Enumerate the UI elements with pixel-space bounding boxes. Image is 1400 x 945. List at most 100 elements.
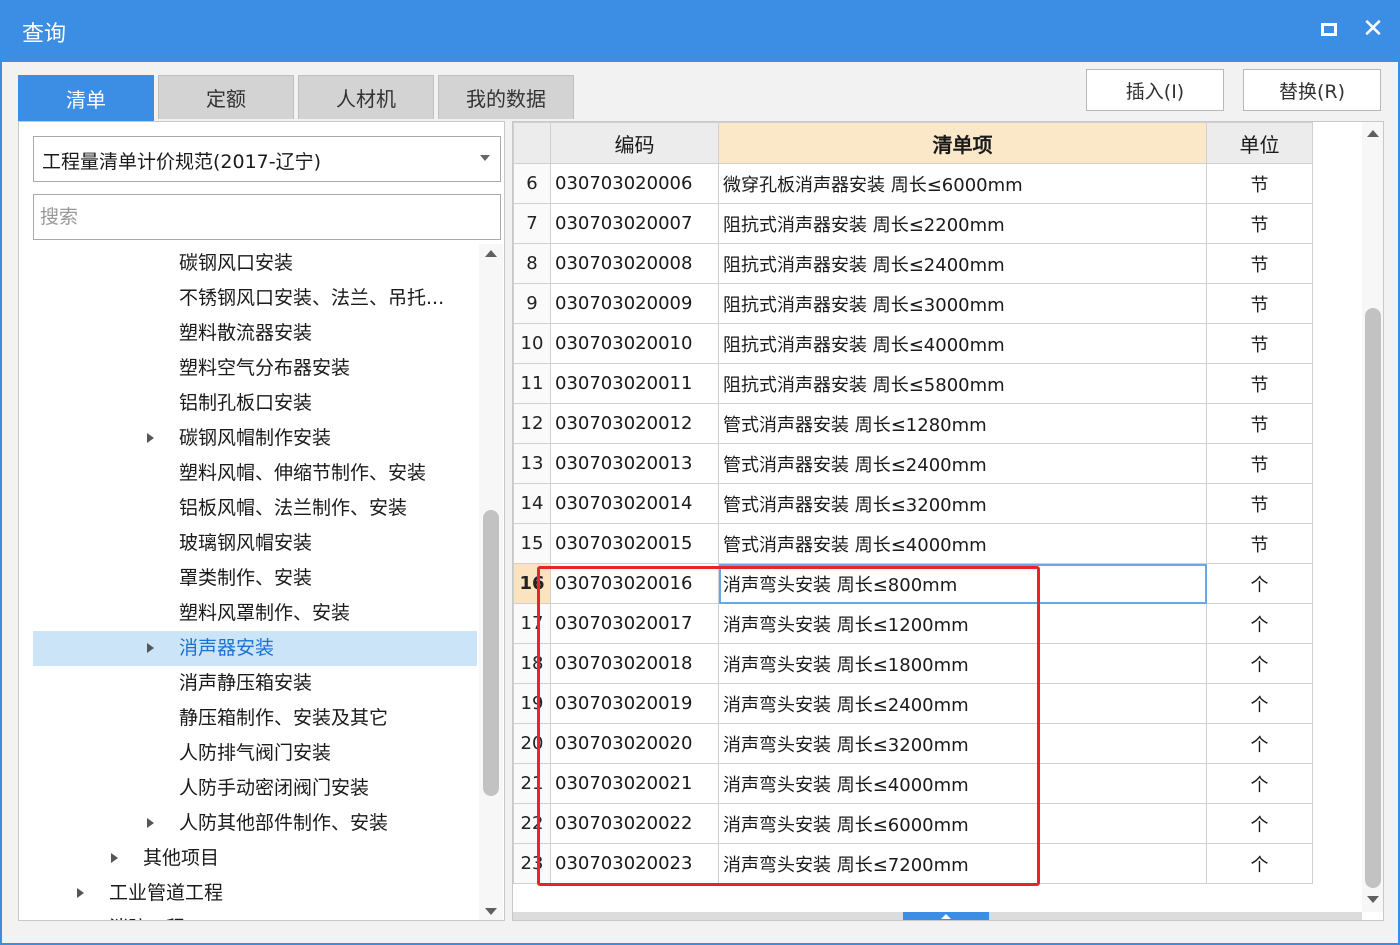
tree-item[interactable]: 塑料空气分布器安装: [33, 351, 477, 386]
row-item-name[interactable]: 阻抗式消声器安装 周长≤4000mm: [718, 323, 1207, 364]
splitter-bar[interactable]: [513, 912, 1362, 920]
row-unit[interactable]: 节: [1206, 283, 1313, 324]
scroll-down-icon[interactable]: [1367, 896, 1379, 903]
row-number[interactable]: 23: [513, 843, 551, 884]
row-code[interactable]: 030703020023: [550, 843, 719, 884]
tree-item[interactable]: 消防工程: [33, 911, 477, 920]
row-item-name[interactable]: 消声弯头安装 周长≤2400mm: [718, 683, 1207, 724]
row-unit[interactable]: 个: [1206, 763, 1313, 804]
tree-item[interactable]: 铝板风帽、法兰制作、安装: [33, 491, 477, 526]
tab-quota[interactable]: 定额: [158, 75, 294, 119]
table-row[interactable]: 20 030703020020 消声弯头安装 周长≤3200mm 个: [513, 723, 1313, 764]
row-number[interactable]: 19: [513, 683, 551, 724]
row-number[interactable]: 9: [513, 283, 551, 324]
scroll-up-icon[interactable]: [1367, 130, 1379, 137]
row-number[interactable]: 22: [513, 803, 551, 844]
table-row[interactable]: 12 030703020012 管式消声器安装 周长≤1280mm 节: [513, 403, 1313, 444]
scroll-down-icon[interactable]: [485, 908, 497, 915]
row-number[interactable]: 14: [513, 483, 551, 524]
row-unit[interactable]: 节: [1206, 163, 1313, 204]
table-row[interactable]: 23 030703020023 消声弯头安装 周长≤7200mm 个: [513, 843, 1313, 884]
table-row[interactable]: 8 030703020008 阻抗式消声器安装 周长≤2400mm 节: [513, 243, 1313, 284]
tree-item[interactable]: 消声静压箱安装: [33, 666, 477, 701]
tree-item[interactable]: 不锈钢风口安装、法兰、吊托...: [33, 281, 477, 316]
row-number[interactable]: 8: [513, 243, 551, 284]
row-code[interactable]: 030703020021: [550, 763, 719, 804]
tree-scroll-thumb[interactable]: [483, 510, 499, 796]
row-item-name[interactable]: 阻抗式消声器安装 周长≤3000mm: [718, 283, 1207, 324]
row-unit[interactable]: 个: [1206, 843, 1313, 884]
tree-item[interactable]: 人防手动密闭阀门安装: [33, 771, 477, 806]
tab-labor-material-machine[interactable]: 人材机: [298, 75, 434, 119]
table-row[interactable]: 22 030703020022 消声弯头安装 周长≤6000mm 个: [513, 803, 1313, 844]
table-row[interactable]: 9 030703020009 阻抗式消声器安装 周长≤3000mm 节: [513, 283, 1313, 324]
row-item-name[interactable]: 阻抗式消声器安装 周长≤2400mm: [718, 243, 1207, 284]
tree-item[interactable]: 静压箱制作、安装及其它: [33, 701, 477, 736]
spec-dropdown[interactable]: 工程量清单计价规范(2017-辽宁): [33, 136, 501, 182]
column-header-code[interactable]: 编码: [550, 122, 719, 164]
row-code[interactable]: 030703020019: [550, 683, 719, 724]
tree-scrollbar[interactable]: [479, 244, 503, 920]
table-row[interactable]: 13 030703020013 管式消声器安装 周长≤2400mm 节: [513, 443, 1313, 484]
row-code[interactable]: 030703020014: [550, 483, 719, 524]
maximize-button[interactable]: [1314, 14, 1344, 44]
tree-item[interactable]: 工业管道工程: [33, 876, 477, 911]
row-number[interactable]: 17: [513, 603, 551, 644]
row-item-name[interactable]: 消声弯头安装 周长≤3200mm: [718, 723, 1207, 764]
row-code[interactable]: 030703020011: [550, 363, 719, 404]
tree-item[interactable]: 塑料风帽、伸缩节制作、安装: [33, 456, 477, 491]
tab-my-data[interactable]: 我的数据: [438, 75, 574, 119]
row-number[interactable]: 12: [513, 403, 551, 444]
row-item-name[interactable]: 阻抗式消声器安装 周长≤5800mm: [718, 363, 1207, 404]
row-unit[interactable]: 个: [1206, 563, 1313, 604]
row-number[interactable]: 11: [513, 363, 551, 404]
triangle-right-icon[interactable]: [147, 643, 154, 653]
row-item-name[interactable]: 消声弯头安装 周长≤1200mm: [718, 603, 1207, 644]
row-number[interactable]: 7: [513, 203, 551, 244]
triangle-right-icon[interactable]: [77, 888, 84, 898]
row-unit[interactable]: 节: [1206, 403, 1313, 444]
triangle-right-icon[interactable]: [147, 818, 154, 828]
row-code[interactable]: 030703020017: [550, 603, 719, 644]
row-item-name[interactable]: 消声弯头安装 周长≤7200mm: [718, 843, 1207, 884]
tree-item[interactable]: 塑料散流器安装: [33, 316, 477, 351]
row-unit[interactable]: 节: [1206, 483, 1313, 524]
row-number[interactable]: 13: [513, 443, 551, 484]
tree-item[interactable]: 碳钢风口安装: [33, 246, 477, 281]
table-row[interactable]: 17 030703020017 消声弯头安装 周长≤1200mm 个: [513, 603, 1313, 644]
tree-item[interactable]: 人防其他部件制作、安装: [33, 806, 477, 841]
row-number[interactable]: 6: [513, 163, 551, 204]
triangle-right-icon[interactable]: [147, 433, 154, 443]
table-row[interactable]: 15 030703020015 管式消声器安装 周长≤4000mm 节: [513, 523, 1313, 564]
row-unit[interactable]: 节: [1206, 323, 1313, 364]
tree-item[interactable]: 消声器安装: [33, 631, 477, 666]
row-code[interactable]: 030703020012: [550, 403, 719, 444]
row-unit[interactable]: 个: [1206, 803, 1313, 844]
table-scrollbar[interactable]: [1362, 122, 1383, 912]
table-row[interactable]: 7 030703020007 阻抗式消声器安装 周长≤2200mm 节: [513, 203, 1313, 244]
row-code[interactable]: 030703020007: [550, 203, 719, 244]
row-number[interactable]: 21: [513, 763, 551, 804]
replace-button[interactable]: 替换(R): [1243, 69, 1381, 111]
tree-item[interactable]: 其他项目: [33, 841, 477, 876]
table-row[interactable]: 18 030703020018 消声弯头安装 周长≤1800mm 个: [513, 643, 1313, 684]
row-unit[interactable]: 节: [1206, 443, 1313, 484]
row-code[interactable]: 030703020018: [550, 643, 719, 684]
row-item-name[interactable]: 消声弯头安装 周长≤800mm: [718, 563, 1207, 604]
table-row[interactable]: 16 030703020016 消声弯头安装 周长≤800mm 个: [513, 563, 1313, 604]
row-number[interactable]: 20: [513, 723, 551, 764]
row-unit[interactable]: 节: [1206, 523, 1313, 564]
row-unit[interactable]: 个: [1206, 723, 1313, 764]
table-row[interactable]: 21 030703020021 消声弯头安装 周长≤4000mm 个: [513, 763, 1313, 804]
row-unit[interactable]: 个: [1206, 643, 1313, 684]
insert-button[interactable]: 插入(I): [1086, 69, 1224, 111]
table-scroll-thumb[interactable]: [1365, 308, 1381, 888]
tree-item[interactable]: 罩类制作、安装: [33, 561, 477, 596]
row-number[interactable]: 16: [513, 563, 551, 604]
tree-item[interactable]: 人防排气阀门安装: [33, 736, 477, 771]
tree-item[interactable]: 玻璃钢风帽安装: [33, 526, 477, 561]
row-code[interactable]: 030703020022: [550, 803, 719, 844]
row-number[interactable]: 18: [513, 643, 551, 684]
row-code[interactable]: 030703020006: [550, 163, 719, 204]
tree-item[interactable]: 碳钢风帽制作安装: [33, 421, 477, 456]
